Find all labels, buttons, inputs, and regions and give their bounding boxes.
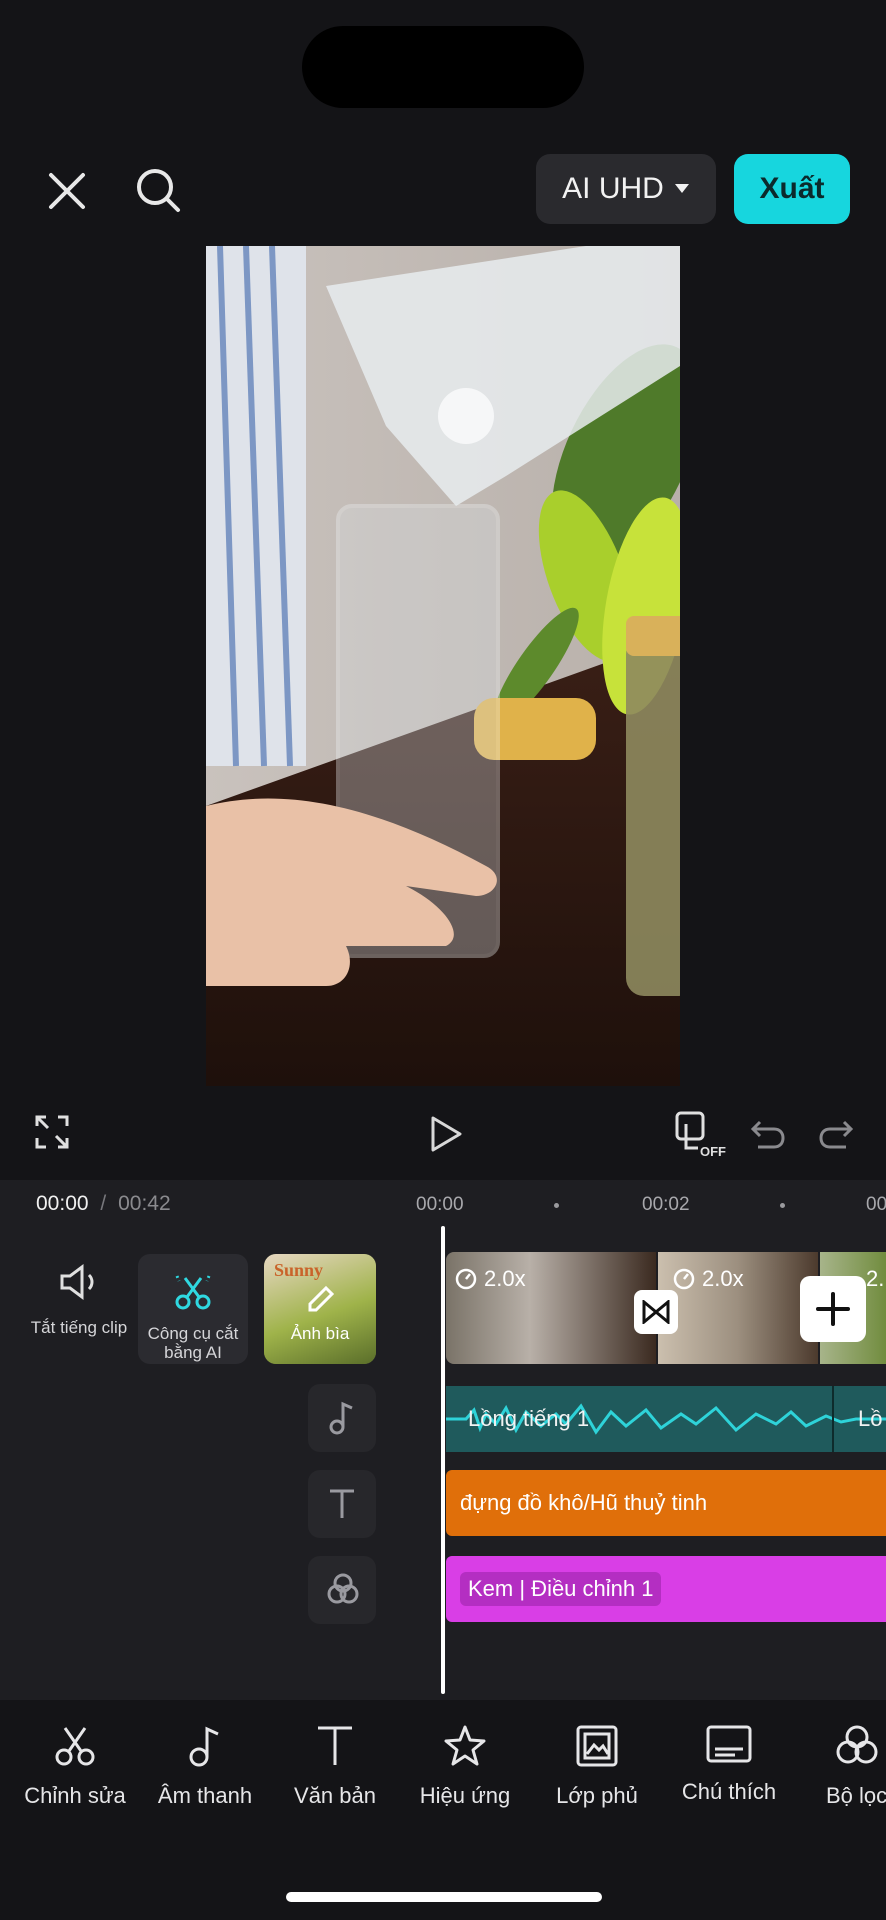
fullscreen-icon[interactable] <box>30 1110 74 1154</box>
close-icon[interactable] <box>40 164 94 218</box>
ruler-dot <box>554 1203 559 1208</box>
nav-filters-label: Bộ lọc <box>826 1783 886 1808</box>
ai-cut-tool-button[interactable]: Công cụ cắt bằng AI <box>138 1254 248 1364</box>
ruler-dot <box>780 1203 785 1208</box>
quality-label: AI UHD <box>562 172 664 205</box>
plus-icon <box>816 1292 850 1326</box>
ruler-tick-1: 00:02 <box>642 1194 690 1215</box>
nav-audio-label: Âm thanh <box>157 1783 253 1808</box>
adjustment-track[interactable]: Kem | Điều chỉnh 1 <box>446 1556 886 1622</box>
nav-edit-label: Chỉnh sửa <box>24 1783 126 1808</box>
add-filter-track-button[interactable] <box>308 1556 376 1624</box>
cover-thumb-title: Sunny <box>274 1260 324 1280</box>
speed-value: 2.0x <box>484 1266 526 1291</box>
nav-overlay-label: Lớp phủ <box>556 1783 638 1808</box>
music-note-icon <box>329 1401 353 1435</box>
dynamic-island <box>302 26 584 108</box>
voiceover-track[interactable]: Lồng tiếng 1 Lồ <box>446 1386 886 1452</box>
voiceover-label-2: Lồ <box>858 1406 883 1431</box>
music-note-icon <box>189 1726 219 1767</box>
ruler-tick-0: 00:00 <box>416 1194 464 1215</box>
svg-text:OFF: OFF <box>700 1144 726 1158</box>
cover-label: Ảnh bìa <box>290 1324 350 1343</box>
overlay-image-icon <box>576 1725 618 1767</box>
voiceover-label: Lồng tiếng 1 <box>468 1406 590 1431</box>
nav-audio[interactable]: Âm thanh <box>140 1724 270 1809</box>
text-icon <box>318 1726 352 1765</box>
speed-value: 2. <box>866 1266 885 1291</box>
speed-value: 2.0x <box>702 1266 744 1291</box>
captions-icon <box>706 1725 752 1763</box>
time-separator: / <box>100 1192 107 1215</box>
speed-icon <box>673 1268 695 1290</box>
text-icon <box>330 1489 354 1518</box>
video-preview[interactable] <box>206 246 680 1086</box>
search-icon[interactable] <box>130 162 186 218</box>
nav-captions[interactable]: Chú thích <box>664 1724 794 1805</box>
nav-filters[interactable]: Bộ lọc <box>796 1724 886 1809</box>
quality-dropdown[interactable]: AI UHD <box>536 154 716 224</box>
nav-captions-label: Chú thích <box>681 1779 777 1804</box>
nav-overlay[interactable]: Lớp phủ <box>532 1724 662 1809</box>
filters-icon <box>836 1725 878 1764</box>
ruler-tick-2: 00:0 <box>866 1194 886 1215</box>
speed-badge: 2.0x <box>454 1266 526 1292</box>
cover-image-button[interactable]: Sunny Ảnh bìa <box>264 1254 376 1364</box>
speed-badge: 2.0x <box>672 1266 744 1292</box>
transition-icon <box>642 1300 670 1324</box>
nav-text[interactable]: Văn bản <box>270 1724 400 1809</box>
text-track[interactable]: đựng đồ khô/Hũ thuỷ tinh <box>446 1470 886 1536</box>
nav-effects-label: Hiệu ứng <box>419 1783 511 1808</box>
home-indicator <box>286 1892 602 1902</box>
add-clip-button[interactable] <box>800 1276 866 1342</box>
current-time: 00:00 <box>36 1192 89 1215</box>
keyframe-off-icon[interactable]: OFF <box>674 1110 726 1158</box>
export-button[interactable]: Xuất <box>734 154 850 224</box>
play-icon[interactable] <box>424 1110 468 1158</box>
caret-down-icon <box>674 184 689 193</box>
edit-pencil-icon <box>308 1285 335 1312</box>
mute-clip-button[interactable]: Tắt tiếng clip <box>30 1252 128 1362</box>
scissors-icon <box>55 1727 95 1766</box>
add-audio-track-button[interactable] <box>308 1384 376 1452</box>
nav-text-label: Văn bản <box>294 1783 376 1808</box>
ai-cut-label: Công cụ cắt bằng AI <box>147 1324 239 1362</box>
mute-clip-label: Tắt tiếng clip <box>30 1318 128 1337</box>
playhead[interactable] <box>441 1226 445 1694</box>
nav-edit[interactable]: Chỉnh sửa <box>10 1724 140 1809</box>
speed-icon <box>455 1268 477 1290</box>
speaker-icon <box>60 1264 94 1300</box>
filters-icon <box>327 1573 359 1604</box>
transition-button[interactable] <box>634 1290 678 1334</box>
adjustment-label: Kem | Điều chỉnh 1 <box>460 1572 662 1606</box>
effects-star-icon <box>444 1725 486 1766</box>
nav-effects[interactable]: Hiệu ứng <box>400 1724 530 1809</box>
redo-icon[interactable] <box>816 1114 856 1154</box>
ai-scissors-icon <box>175 1275 211 1310</box>
text-track-label: đựng đồ khô/Hũ thuỷ tinh <box>460 1490 708 1515</box>
undo-icon[interactable] <box>748 1114 788 1154</box>
add-text-track-button[interactable] <box>308 1470 376 1538</box>
clip-divider <box>832 1386 834 1452</box>
time-readout: 00:00 / 00:42 <box>36 1192 171 1216</box>
total-time: 00:42 <box>118 1192 171 1215</box>
